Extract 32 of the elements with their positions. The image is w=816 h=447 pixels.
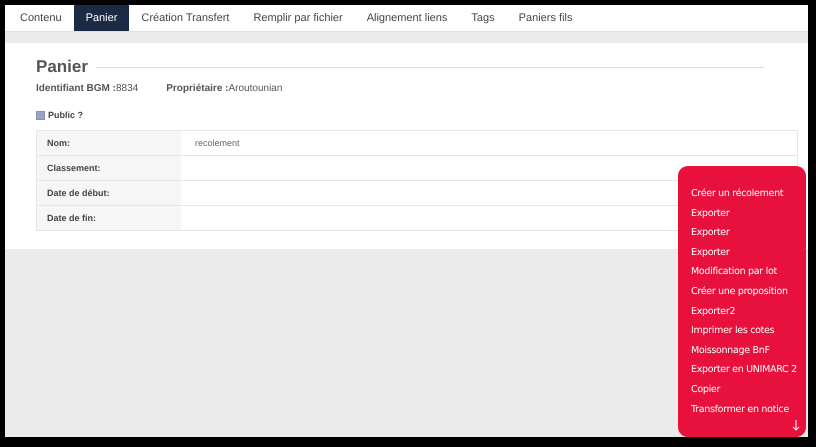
public-checkbox[interactable] [36,110,45,120]
tab[interactable]: Création Transfert [129,5,242,31]
field-label: Date de début: [36,180,181,206]
field-value[interactable]: recolement [181,130,798,156]
tab[interactable]: Tags [459,5,507,31]
info-label: Propriétaire : [166,83,228,94]
tab[interactable]: Alignement liens [354,5,460,31]
menu-item[interactable]: Modification par lot [691,264,800,280]
field-label: Nom: [36,130,181,156]
menu-item[interactable]: Imprimer les cotes [691,323,800,338]
field-label: Date de fin: [36,206,181,230]
tab[interactable]: Panier [74,5,130,31]
menu-item[interactable]: Exporter2 [691,304,800,319]
menu-item[interactable]: Exporter [691,206,800,221]
field-label: Classement: [36,156,181,180]
tab[interactable]: Paniers fils [506,5,584,31]
info-value: 8834 [116,83,138,94]
menu-item[interactable]: Transformer en notice [691,402,800,417]
info-value: Aroutounian [228,83,282,94]
tab[interactable]: Remplir par fichier [241,5,355,31]
panel-title: Panier [36,57,88,77]
menu-item[interactable]: Créer une proposition [691,284,800,300]
tab[interactable]: Contenu [8,5,74,31]
info-label: Identifiant BGM : [36,83,116,94]
checkbox-label: Public ? [48,110,84,120]
menu-item[interactable]: Exporter [691,244,800,260]
down-arrow-icon[interactable] [792,420,800,431]
menu-item[interactable]: Exporter en UNIMARC 2 [691,362,800,378]
menu-item[interactable]: Copier [691,382,800,398]
menu-item[interactable]: Exporter [691,225,800,240]
menu-item[interactable]: Moissonnage BnF [691,342,800,358]
menu-item[interactable]: Créer un récolement [691,186,800,202]
